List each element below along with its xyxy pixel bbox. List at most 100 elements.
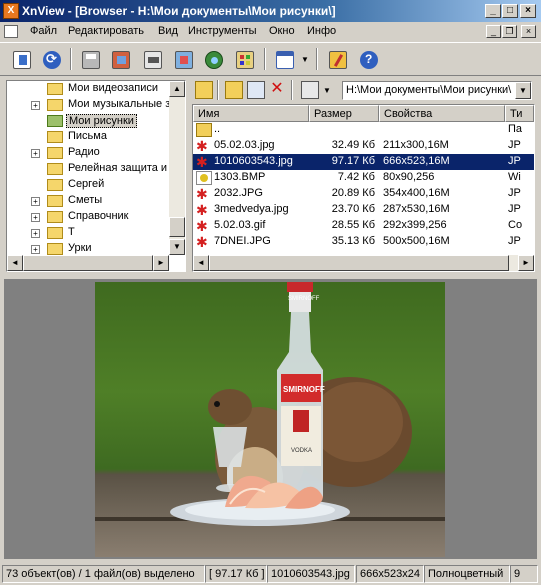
tree-item[interactable]: Письма: [7, 129, 177, 145]
file-type: JP: [508, 235, 521, 247]
tree-item-label: Мои музыкальные за: [68, 98, 177, 110]
expand-toggle[interactable]: +: [31, 197, 40, 206]
folder-icon: [196, 123, 212, 137]
print-icon[interactable]: [78, 47, 102, 71]
folder-up-icon[interactable]: [195, 81, 213, 99]
layout-icon[interactable]: [272, 47, 296, 71]
file-props: 80x90,256: [383, 171, 435, 183]
scan-icon[interactable]: [140, 47, 164, 71]
scroll-left-button[interactable]: ◄: [193, 255, 209, 271]
menu-window[interactable]: Окно: [269, 25, 295, 37]
expand-toggle[interactable]: +: [31, 213, 40, 222]
menu-edit[interactable]: Редактировать: [68, 25, 144, 37]
mdi-close-button[interactable]: ×: [521, 25, 536, 38]
filter-dropdown-arrow-icon[interactable]: ▼: [323, 86, 331, 95]
file-row[interactable]: ✱ 7DNEI.JPG 35.13 Кб 500x500,16M JP: [193, 234, 534, 250]
menu-file[interactable]: Файл: [30, 25, 57, 37]
tree-item-label: Мои видеозаписи: [68, 82, 159, 94]
expand-toggle[interactable]: +: [31, 229, 40, 238]
column-header-props[interactable]: Свойства: [379, 105, 505, 122]
convert-icon[interactable]: [171, 47, 195, 71]
scroll-thumb[interactable]: [209, 255, 509, 271]
copy-to-icon[interactable]: [247, 81, 265, 99]
jpg-file-icon: ✱: [196, 186, 208, 202]
folder-icon: [47, 147, 63, 159]
path-dropdown-icon[interactable]: ▼: [515, 82, 531, 99]
file-type: JP: [508, 139, 521, 151]
file-name: 1010603543.jpg: [214, 155, 293, 167]
expand-toggle[interactable]: +: [31, 245, 40, 254]
filter-icon[interactable]: [301, 81, 319, 99]
settings-icon[interactable]: [325, 47, 349, 71]
filelist-horizontal-scrollbar[interactable]: ◄ ►: [193, 255, 534, 271]
file-row[interactable]: .. Па: [193, 122, 534, 138]
browser-icon[interactable]: [232, 47, 256, 71]
folder-icon: [47, 227, 63, 239]
scroll-right-button[interactable]: ►: [153, 255, 169, 271]
document-icon[interactable]: [4, 25, 18, 38]
scroll-thumb[interactable]: [23, 255, 153, 271]
file-props: 292x399,256: [383, 219, 447, 231]
tree-item[interactable]: + Т: [7, 225, 177, 241]
tree-horizontal-scrollbar[interactable]: ◄ ►: [7, 255, 169, 271]
status-extra: 9: [510, 565, 538, 583]
tree-item[interactable]: + Справочник: [7, 209, 177, 225]
file-list[interactable]: Имя Размер Свойства Ти .. Па ✱ 05.02.03.…: [192, 104, 535, 272]
file-props: 287x530,16M: [383, 203, 450, 215]
file-row[interactable]: 1303.BMP 7.42 Кб 80x90,256 Wi: [193, 170, 534, 186]
tree-vertical-scrollbar[interactable]: ▲ ▼: [169, 81, 185, 255]
maximize-button[interactable]: □: [502, 4, 518, 18]
file-size: 20.89 Кб: [331, 187, 375, 199]
edit-icon[interactable]: [9, 47, 33, 71]
tree-item-label: Т: [68, 226, 75, 238]
refresh-icon[interactable]: ⟳: [39, 47, 63, 71]
file-row[interactable]: ✱ 2032.JPG 20.89 Кб 354x400,16M JP: [193, 186, 534, 202]
tree-item[interactable]: Релейная защита и: [7, 161, 177, 177]
file-props: 666x523,16M: [383, 155, 450, 167]
column-header-size[interactable]: Размер: [309, 105, 379, 122]
scroll-left-button[interactable]: ◄: [7, 255, 23, 271]
expand-toggle[interactable]: +: [31, 149, 40, 158]
mdi-restore-button[interactable]: ❐: [502, 25, 517, 38]
scroll-right-button[interactable]: ►: [518, 255, 534, 271]
close-button[interactable]: ×: [520, 4, 536, 18]
minimize-button[interactable]: _: [485, 4, 501, 18]
xnview-app-icon[interactable]: X: [3, 3, 19, 19]
folder-tree[interactable]: Мои видеозаписи + Мои музыкальные за Мои…: [6, 80, 186, 272]
tree-item[interactable]: Сергей: [7, 177, 177, 193]
scroll-thumb[interactable]: [169, 217, 185, 237]
bottle-vodka-label: VODKA: [291, 448, 312, 454]
gif-file-icon: ✱: [196, 218, 208, 234]
status-filename: 1010603543.jpg: [267, 565, 355, 583]
tree-item-selected[interactable]: Мои рисунки: [7, 113, 177, 129]
delete-icon[interactable]: ✕: [268, 81, 286, 99]
column-header-type[interactable]: Ти: [505, 105, 534, 122]
file-name: 5.02.03.gif: [214, 219, 266, 231]
layout-dropdown-arrow-icon[interactable]: ▼: [301, 55, 309, 64]
file-row[interactable]: ✱ 05.02.03.jpg 32.49 Кб 211x300,16M JP: [193, 138, 534, 154]
help-icon[interactable]: ?: [356, 47, 380, 71]
column-header-name[interactable]: Имя: [193, 105, 309, 122]
tree-item[interactable]: + Радио: [7, 145, 177, 161]
tree-item[interactable]: Мои видеозаписи: [7, 81, 177, 97]
menu-view[interactable]: Вид: [158, 25, 178, 37]
status-color-mode: Полноцветный: [424, 565, 510, 583]
mdi-minimize-button[interactable]: _: [486, 25, 501, 38]
tree-item[interactable]: + Мои музыкальные за: [7, 97, 177, 113]
status-size: [ 97.17 Кб ]: [205, 565, 267, 583]
menu-tools[interactable]: Инструменты: [188, 25, 257, 37]
scroll-down-button[interactable]: ▼: [169, 239, 185, 255]
web-icon[interactable]: [201, 47, 225, 71]
new-folder-icon[interactable]: [225, 81, 243, 99]
expand-toggle[interactable]: +: [31, 101, 40, 110]
file-row-selected[interactable]: ✱ 1010603543.jpg 97.17 Кб 666x523,16M JP: [193, 154, 534, 170]
tree-item[interactable]: + Сметы: [7, 193, 177, 209]
scroll-up-button[interactable]: ▲: [169, 81, 185, 97]
file-row[interactable]: ✱ 3medvedya.jpg 23.70 Кб 287x530,16M JP: [193, 202, 534, 218]
tree-item-label: Урки: [68, 242, 92, 254]
image-preview-pane[interactable]: SMIRNOFF SMIRNOFF VODKA: [4, 279, 537, 559]
file-row[interactable]: ✱ 5.02.03.gif 28.55 Кб 292x399,256 Co: [193, 218, 534, 234]
path-combobox[interactable]: H:\Мои документы\Мои рисунки\ ▼: [342, 81, 532, 100]
menu-info[interactable]: Инфо: [307, 25, 336, 37]
slideshow-icon[interactable]: [108, 47, 132, 71]
